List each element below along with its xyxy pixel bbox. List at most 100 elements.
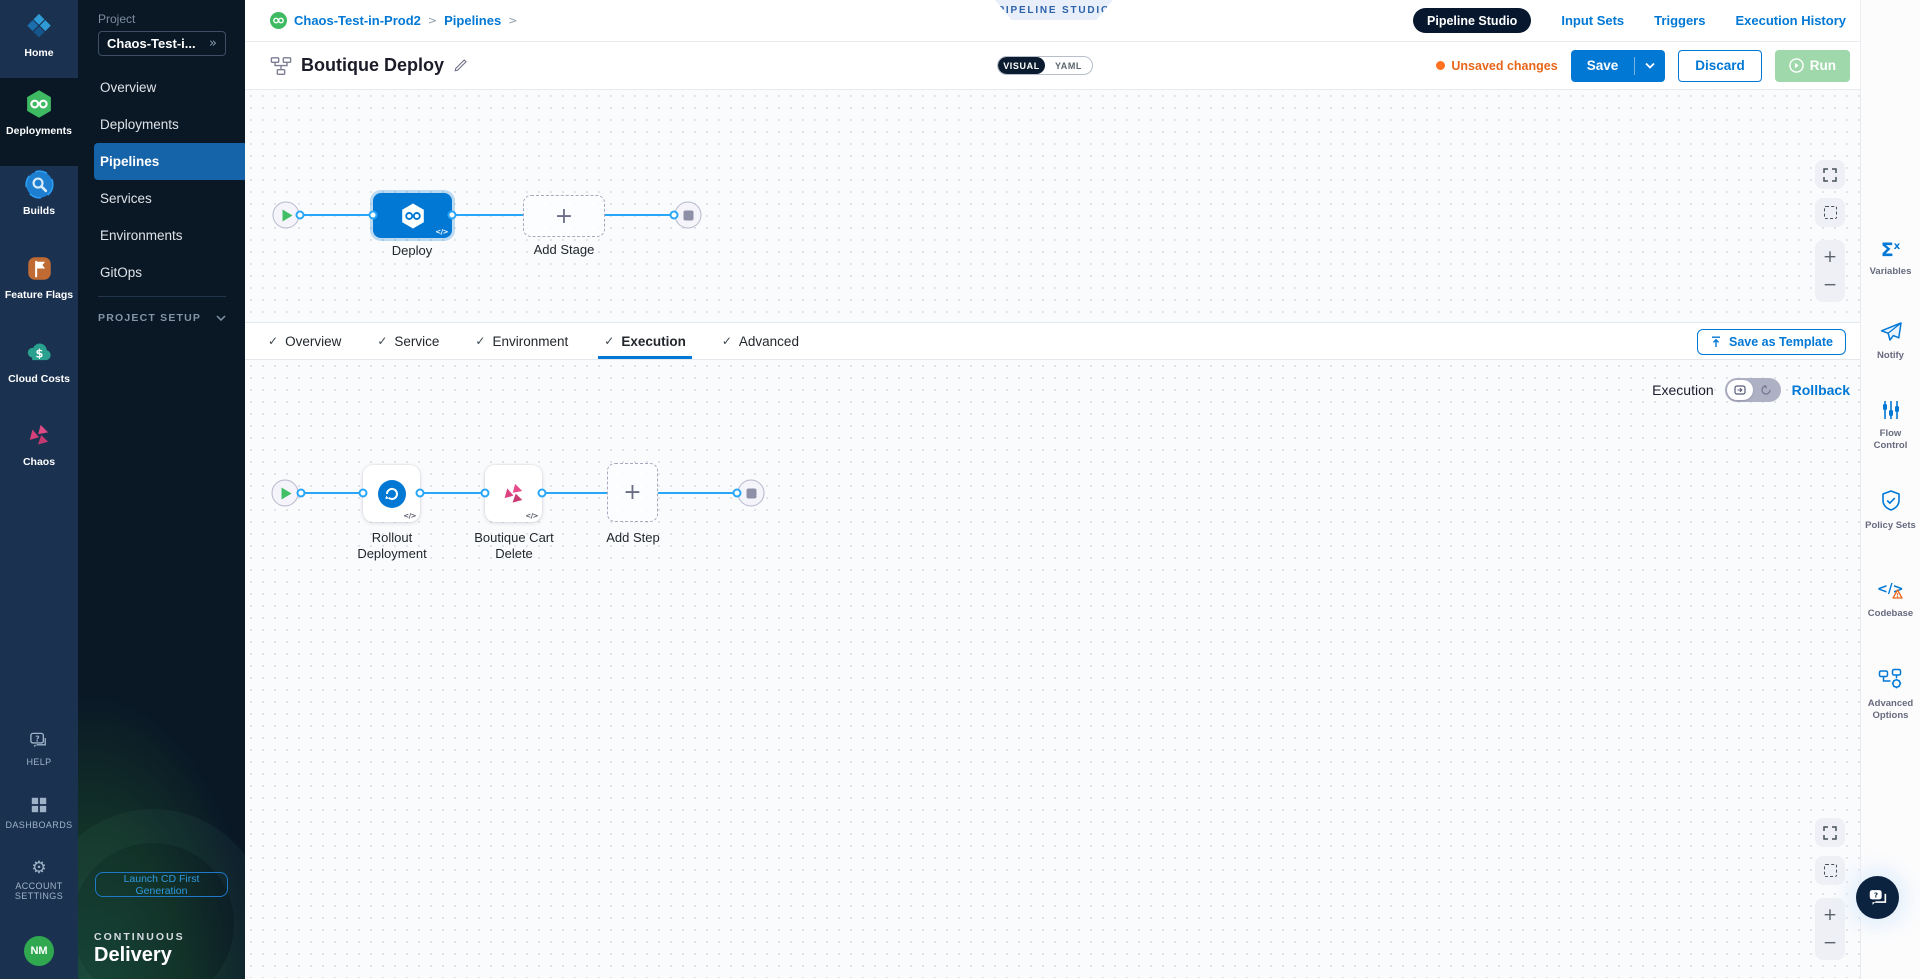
svg-text:?: ? — [35, 734, 39, 743]
rollback-view-button[interactable] — [1753, 380, 1779, 400]
yaml-toggle-button[interactable]: YAML — [1045, 57, 1092, 74]
pipeline-tools-rail: Σx Variables Notify Flow Control Policy … — [1860, 0, 1920, 979]
gear-icon: ⚙ — [0, 858, 78, 878]
codebase-button[interactable]: </> Codebase — [1861, 578, 1920, 620]
avatar[interactable]: NM — [24, 936, 54, 966]
sidebar-item-dashboards[interactable]: DASHBOARDS — [0, 795, 78, 830]
edge — [300, 492, 363, 494]
rollout-deployment-icon — [378, 480, 406, 508]
stage-graph-canvas[interactable]: </> + Deploy Add Stage + − — [245, 90, 1860, 322]
sidebar-item-pipelines[interactable]: Pipelines — [94, 143, 245, 180]
canvas-fullscreen-button[interactable] — [1815, 818, 1845, 847]
sidebar-item-account-settings[interactable]: ⚙ ACCOUNT SETTINGS — [0, 858, 78, 902]
execution-view-button[interactable] — [1727, 380, 1753, 400]
step-node-rollout-deployment[interactable]: </> — [363, 465, 420, 522]
dashboards-grid-icon — [0, 795, 78, 815]
project-setup-expander[interactable]: PROJECT SETUP — [98, 312, 226, 324]
cloud-costs-icon: $ — [0, 336, 78, 368]
save-as-template-button[interactable]: Save as Template — [1697, 329, 1846, 355]
policy-sets-button[interactable]: Policy Sets — [1861, 488, 1920, 532]
project-select[interactable]: Chaos-Test-i... » — [98, 31, 226, 56]
sidebar-item-deployments-sub[interactable]: Deployments — [94, 106, 245, 143]
execution-steps-icon — [1734, 384, 1746, 396]
sidebar-item-gitops[interactable]: GitOps — [94, 254, 245, 291]
cd-module-icon — [270, 12, 287, 29]
notify-button[interactable]: Notify — [1861, 320, 1920, 362]
tab-environment[interactable]: ✓Environment — [475, 323, 568, 359]
sidebar-item-builds[interactable]: Builds — [0, 168, 78, 217]
module-name: Delivery — [94, 944, 172, 967]
deployments-icon — [0, 88, 78, 120]
check-icon: ✓ — [268, 334, 278, 348]
tab-execution[interactable]: ✓Execution — [604, 323, 686, 359]
play-icon — [283, 209, 293, 221]
zoom-in-button[interactable]: + — [1823, 902, 1837, 928]
zoom-out-button[interactable]: − — [1823, 272, 1837, 298]
flow-control-sliders-icon — [1880, 398, 1902, 422]
pipeline-end-node — [675, 202, 702, 229]
main-content: Chaos-Test-in-Prod2 > Pipelines > PIPELI… — [245, 0, 1860, 979]
help-chat-fab[interactable]: ? — [1856, 876, 1899, 919]
sidebar-divider — [98, 296, 226, 297]
breadcrumb-pipelines-link[interactable]: Pipelines — [444, 13, 501, 28]
run-button[interactable]: Run — [1775, 50, 1850, 82]
advanced-options-button[interactable]: Advanced Options — [1861, 668, 1920, 723]
yaml-code-badge: </> — [435, 228, 448, 236]
canvas-fit-button[interactable] — [1815, 856, 1845, 885]
fit-view-icon — [1824, 206, 1837, 219]
stage-label: Deploy — [392, 243, 432, 259]
canvas-fullscreen-button[interactable] — [1815, 160, 1845, 189]
step-node-boutique-cart-delete[interactable]: </> — [485, 465, 542, 522]
save-button[interactable]: Save — [1571, 50, 1635, 82]
sidebar-item-deployments[interactable]: Deployments — [0, 88, 78, 137]
tab-triggers[interactable]: Triggers — [1654, 13, 1705, 28]
canvas-fit-button[interactable] — [1815, 198, 1845, 227]
tab-overview[interactable]: ✓Overview — [268, 323, 341, 359]
pipeline-title-group: Boutique Deploy — [270, 55, 468, 77]
tab-execution-history[interactable]: Execution History — [1735, 13, 1846, 28]
tab-advanced[interactable]: ✓Advanced — [722, 323, 799, 359]
sidebar-item-overview[interactable]: Overview — [94, 69, 245, 106]
zoom-in-button[interactable]: + — [1823, 244, 1837, 270]
yaml-code-badge: </> — [403, 512, 416, 520]
home-modules-icon — [0, 10, 78, 42]
flow-control-button[interactable]: Flow Control — [1861, 398, 1920, 453]
tab-service[interactable]: ✓Service — [377, 323, 439, 359]
execution-graph-canvas[interactable]: Execution Rollback — [245, 360, 1860, 978]
sidebar-item-feature-flags[interactable]: Feature Flags — [0, 252, 78, 301]
node-port — [296, 211, 305, 220]
save-options-button[interactable] — [1635, 50, 1665, 82]
zoom-out-button[interactable]: − — [1823, 930, 1837, 956]
project-nav: Overview Deployments Pipelines Services … — [78, 69, 245, 291]
sidebar-item-environments[interactable]: Environments — [94, 217, 245, 254]
variables-icon: Σx — [1881, 241, 1900, 260]
variables-button[interactable]: Σx Variables — [1861, 241, 1920, 278]
add-step-button[interactable]: + — [607, 463, 658, 522]
launch-cd-first-gen-button[interactable]: Launch CD First Generation — [95, 872, 228, 897]
sidebar-item-services[interactable]: Services — [94, 180, 245, 217]
visual-toggle-button[interactable]: VISUAL — [998, 57, 1045, 74]
add-stage-label: Add Stage — [534, 242, 595, 258]
edit-pencil-icon[interactable] — [453, 58, 468, 73]
sidebar-item-home[interactable]: Home — [0, 10, 78, 59]
execution-mode-switcher: Execution Rollback — [1652, 378, 1850, 402]
rollback-link[interactable]: Rollback — [1792, 382, 1850, 398]
project-sidebar: Project Chaos-Test-i... » Overview Deplo… — [78, 0, 245, 979]
fit-view-icon — [1824, 864, 1837, 877]
stage-node-deploy[interactable]: </> — [373, 193, 452, 238]
breadcrumb-project-link[interactable]: Chaos-Test-in-Prod2 — [294, 13, 421, 28]
edge — [542, 492, 607, 494]
tab-input-sets[interactable]: Input Sets — [1561, 13, 1624, 28]
header-nav: Pipeline Studio Input Sets Triggers Exec… — [1413, 8, 1846, 33]
builds-icon — [0, 168, 78, 200]
tab-pipeline-studio[interactable]: Pipeline Studio — [1413, 8, 1531, 33]
sidebar-item-cloud-costs[interactable]: $ Cloud Costs — [0, 336, 78, 385]
sidebar-item-help[interactable]: ? HELP — [0, 730, 78, 767]
save-split-button: Save — [1571, 50, 1666, 82]
discard-button[interactable]: Discard — [1678, 50, 1762, 82]
pipeline-studio-app: Home Deployments Builds Feature Flags $ … — [0, 0, 1920, 979]
node-port — [297, 489, 306, 498]
add-stage-button[interactable]: + — [523, 195, 605, 237]
pipeline-studio-ribbon: PIPELINE STUDIO — [995, 0, 1113, 20]
sidebar-item-chaos[interactable]: Chaos — [0, 419, 78, 468]
